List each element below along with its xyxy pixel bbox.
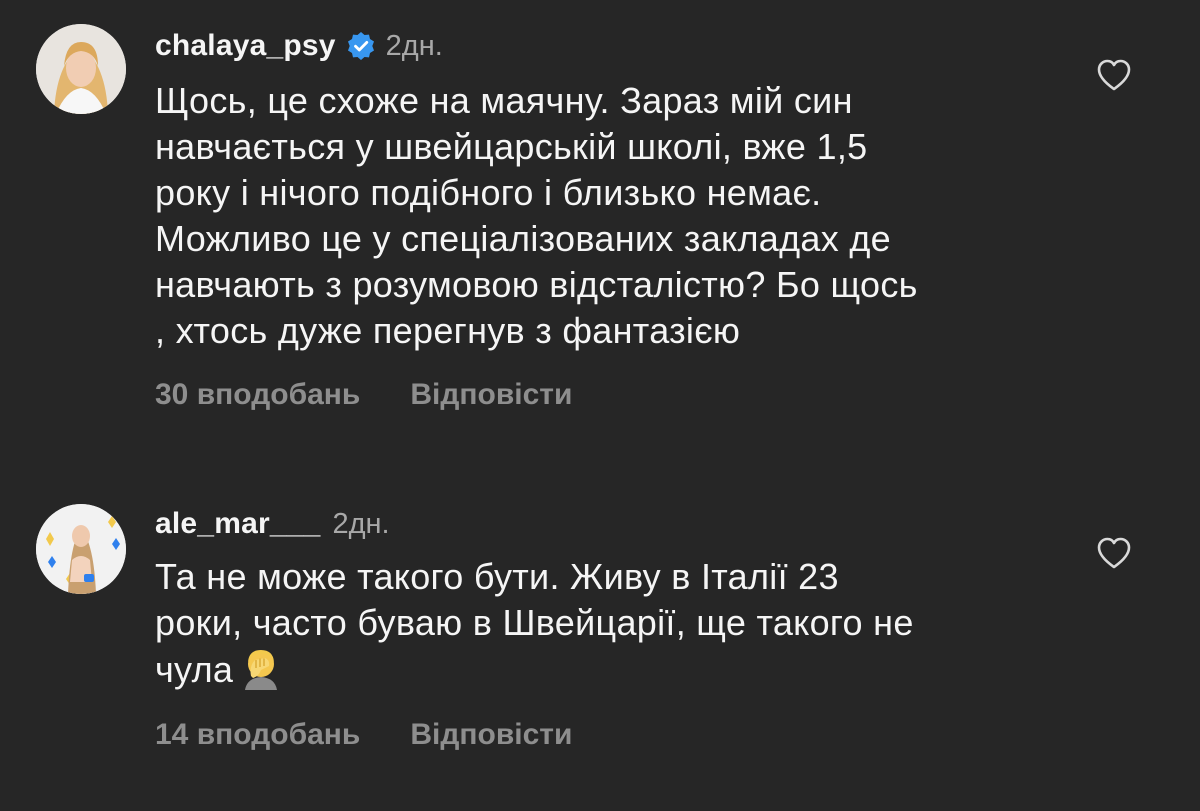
- comment-text-line: Щось, це схоже на маячну. Зараз мій син: [155, 80, 853, 121]
- comment-header: ale_mar___ 2дн.: [155, 502, 390, 546]
- comment-text-line: , хтось дуже перегнув з фантазією: [155, 310, 741, 351]
- comment-actions: 30 вподобань Відповісти: [155, 378, 572, 412]
- comment-time: 2дн.: [385, 29, 443, 62]
- avatar[interactable]: [36, 504, 126, 594]
- comment-header: chalaya_psy 2дн.: [155, 24, 443, 68]
- heart-outline-icon[interactable]: [1096, 58, 1132, 92]
- comment: chalaya_psy 2дн. Щось, це схоже на маячн…: [0, 0, 1200, 450]
- comment-time: 2дн.: [332, 507, 390, 540]
- comment-text-line: чула: [155, 646, 1055, 701]
- reply-button[interactable]: Відповісти: [410, 718, 572, 752]
- verified-badge-icon: [346, 31, 376, 61]
- username[interactable]: ale_mar___: [155, 507, 320, 541]
- comment-text-line: навчають з розумовою відсталістю? Бо щос…: [155, 264, 918, 305]
- comment-text-line: навчається у швейцарській школі, вже 1,5: [155, 126, 868, 167]
- likes-count[interactable]: 30 вподобань: [155, 378, 360, 412]
- heart-outline-icon[interactable]: [1096, 536, 1132, 570]
- avatar[interactable]: [36, 24, 126, 114]
- comment-text-segment: чула: [155, 649, 234, 690]
- reply-button[interactable]: Відповісти: [410, 378, 572, 412]
- comment-text: Щось, це схоже на маячну. Зараз мій син …: [155, 78, 1055, 354]
- likes-count[interactable]: 14 вподобань: [155, 718, 360, 752]
- comment-text-line: року і нічого подібного і близько немає.: [155, 172, 822, 213]
- comment-text-line: Та не може такого бути. Живу в Італії 23: [155, 556, 839, 597]
- avatar-photo: [36, 24, 126, 114]
- username[interactable]: chalaya_psy: [155, 29, 336, 63]
- avatar-photo: [36, 504, 126, 594]
- comment-text-line: Можливо це у спеціалізованих закладах де: [155, 218, 891, 259]
- comment: ale_mar___ 2дн. Та не може такого бути. …: [0, 490, 1200, 811]
- comment-actions: 14 вподобань Відповісти: [155, 718, 572, 752]
- comment-text: Та не може такого бути. Живу в Італії 23…: [155, 554, 1055, 701]
- face-palm-emoji: [239, 646, 283, 701]
- comment-text-line: роки, часто буваю в Швейцарії, ще такого…: [155, 602, 914, 643]
